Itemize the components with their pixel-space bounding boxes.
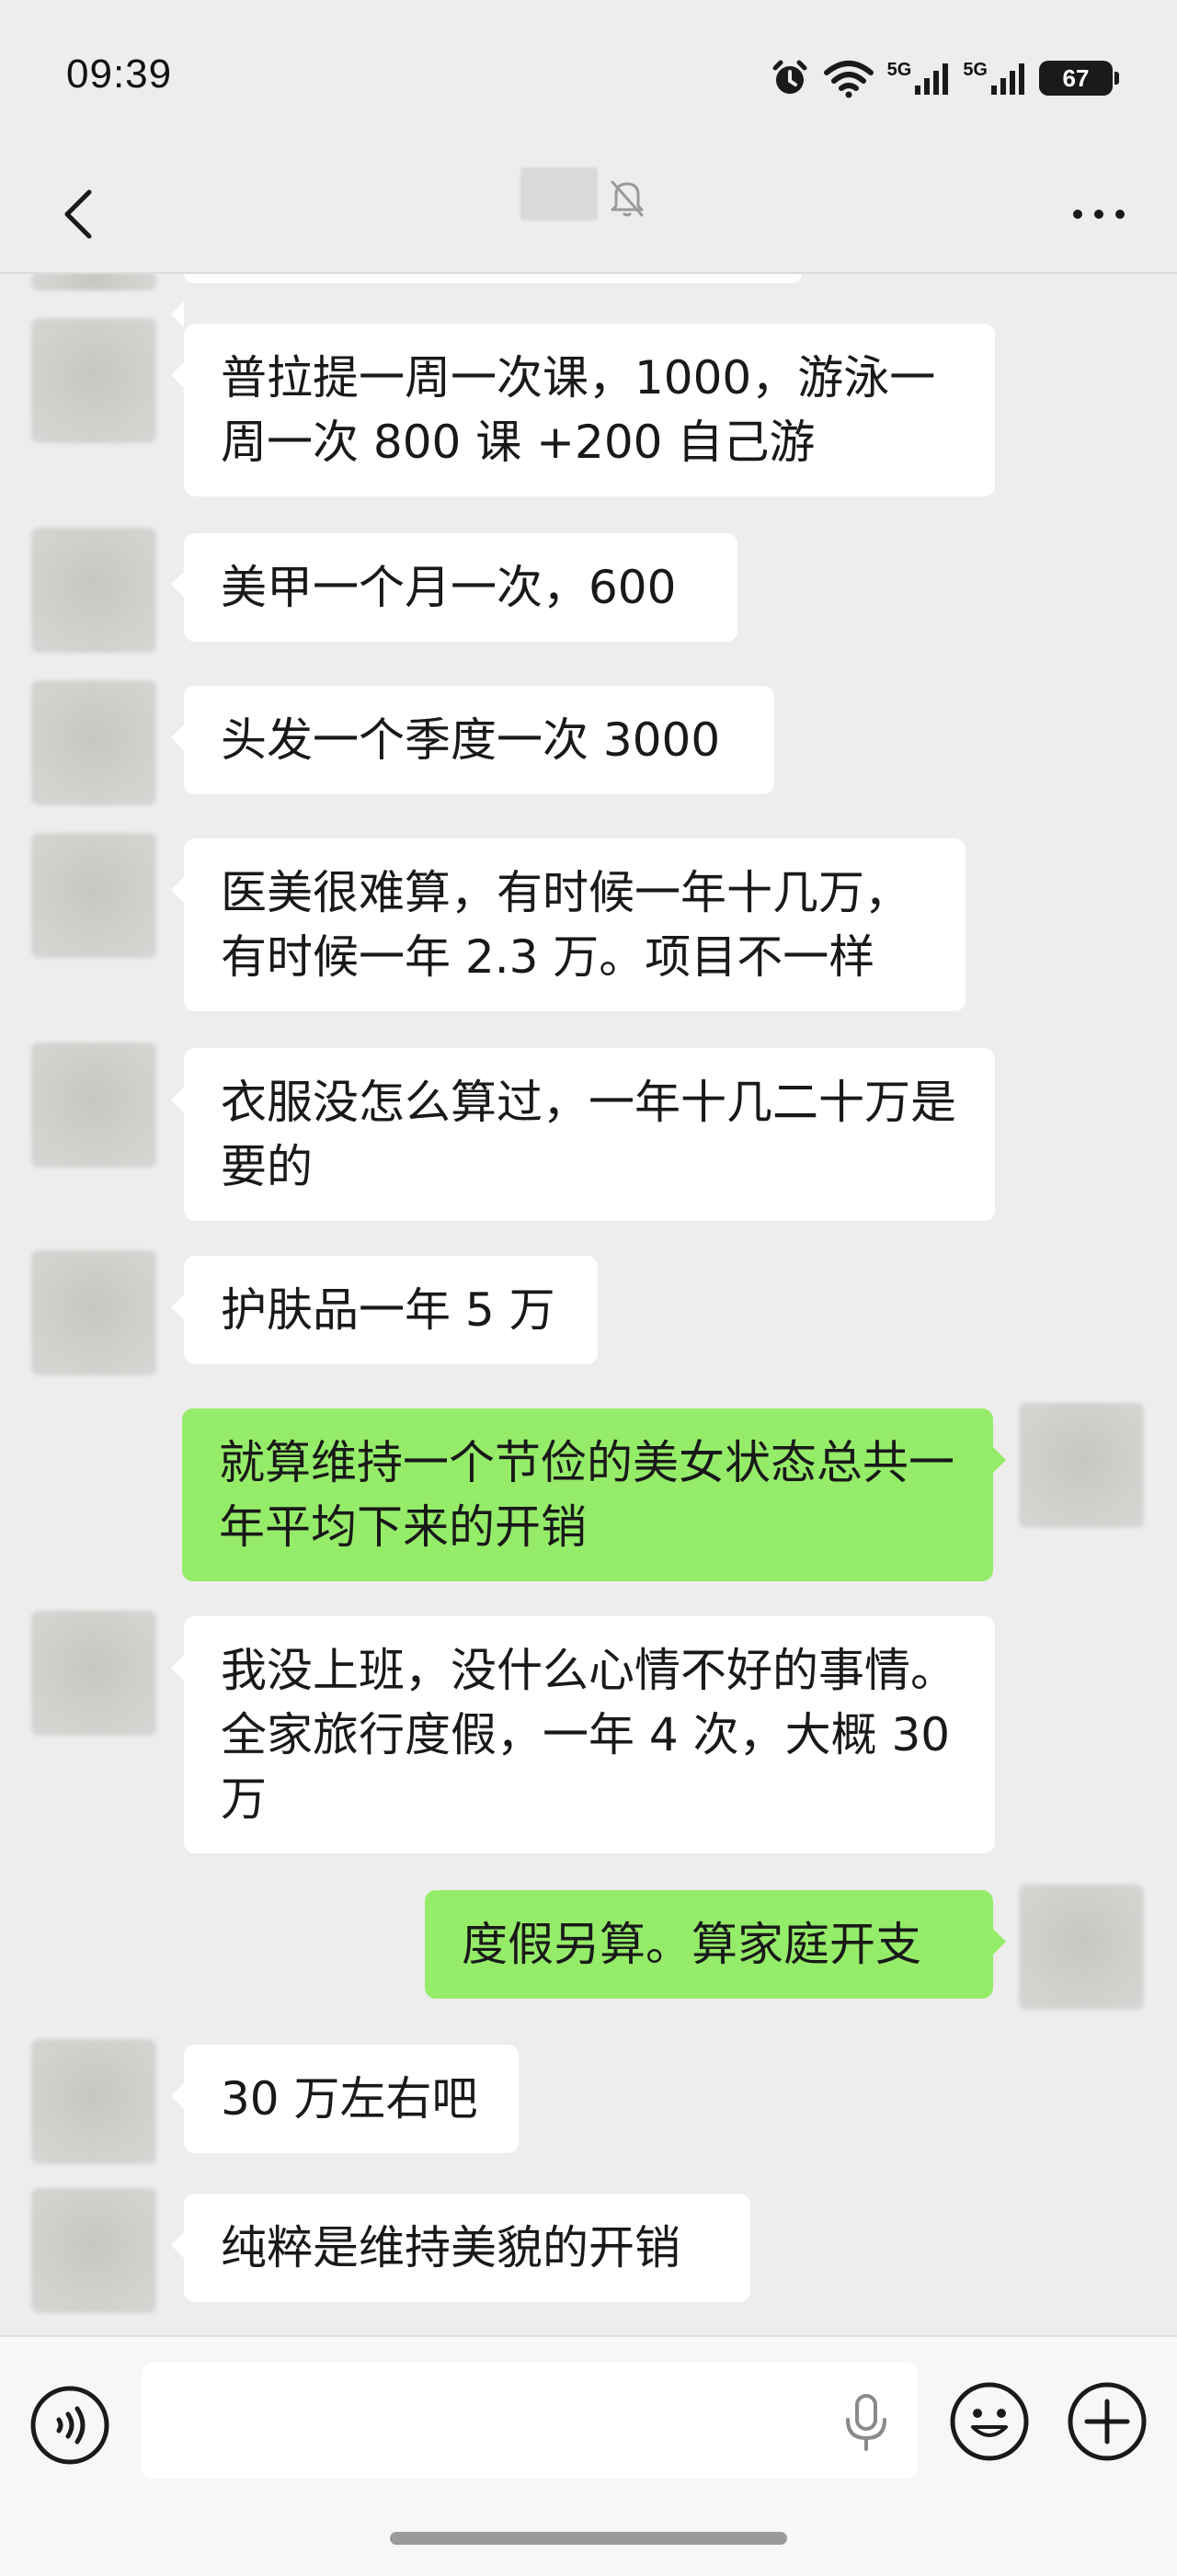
avatar[interactable]	[31, 1250, 156, 1375]
status-time: 09:39	[66, 51, 173, 97]
avatar[interactable]	[31, 680, 156, 805]
voice-button[interactable]	[28, 2383, 112, 2471]
microphone-icon[interactable]	[839, 2392, 894, 2453]
message-bubble[interactable]: 纯粹是维持美貌的开销	[171, 2194, 750, 2302]
message-bubble[interactable]: 30 万左右吧	[171, 2045, 519, 2153]
message-bubble[interactable]: 护肤品一年 5 万	[171, 1256, 598, 1364]
message-bubble[interactable]: 头发一个季度一次 3000	[171, 686, 774, 794]
more-dots-icon	[1073, 210, 1125, 219]
battery-icon: 67	[1039, 61, 1119, 96]
input-bar	[0, 2335, 1177, 2576]
avatar[interactable]	[1019, 1885, 1144, 2010]
avatar[interactable]	[31, 833, 156, 958]
voice-icon	[30, 2386, 109, 2465]
avatar[interactable]	[31, 1611, 156, 1736]
avatar[interactable]	[1019, 1403, 1144, 1528]
status-bar: 09:39 5G 5G 67	[0, 0, 1177, 156]
message-bubble[interactable]: 我没上班，没什么心情不好的事情。全家旅行度假，一年 4 次，大概 30 万	[171, 1616, 995, 1853]
message-bubble[interactable]: 衣服没怎么算过，一年十几二十万是要的	[171, 1048, 995, 1221]
home-indicator[interactable]	[390, 2532, 787, 2545]
avatar[interactable]	[31, 2188, 156, 2313]
avatar[interactable]	[31, 528, 156, 653]
bell-off-icon	[611, 180, 644, 217]
status-icons: 5G 5G 67	[770, 55, 1119, 101]
avatar[interactable]	[31, 1043, 156, 1168]
message-bubble[interactable]: 就算维持一个节俭的美女状态总共一年平均下来的开销	[182, 1408, 1006, 1581]
back-button[interactable]	[37, 173, 120, 256]
more-button[interactable]	[1057, 173, 1140, 256]
message-bubble[interactable]: 普拉提一周一次课，1000，游泳一周一次 800 课 +200 自己游	[171, 324, 995, 496]
signal-icon	[991, 63, 1024, 95]
plus-circle-icon	[1068, 2382, 1147, 2461]
wifi-icon	[823, 61, 874, 98]
add-button[interactable]	[1065, 2379, 1149, 2468]
avatar[interactable]	[31, 2039, 156, 2164]
network-label: 5G	[963, 60, 988, 80]
chat-header	[0, 156, 1177, 274]
message-input[interactable]	[142, 2363, 918, 2479]
avatar[interactable]	[31, 318, 156, 443]
message-bubble[interactable]: 医美很难算，有时候一年十几万，有时候一年 2.3 万。项目不一样	[171, 838, 966, 1011]
avatar[interactable]	[31, 272, 156, 291]
message-bubble[interactable]: 度假另算。算家庭开支	[425, 1890, 1006, 1999]
signal-icon	[915, 63, 949, 95]
message-bubble[interactable]: 美甲一个月一次，600	[171, 533, 737, 642]
alarm-icon	[772, 60, 807, 94]
battery-level: 67	[1062, 63, 1090, 92]
chevron-left-icon	[64, 189, 92, 239]
contact-name	[520, 167, 598, 221]
emoji-button[interactable]	[947, 2379, 1032, 2468]
emoji-icon	[950, 2382, 1029, 2461]
message-list[interactable]: 普拉提一周一次课，1000，游泳一周一次 800 课 +200 自己游 美甲一个…	[0, 272, 1177, 2335]
network-label: 5G	[886, 60, 912, 80]
